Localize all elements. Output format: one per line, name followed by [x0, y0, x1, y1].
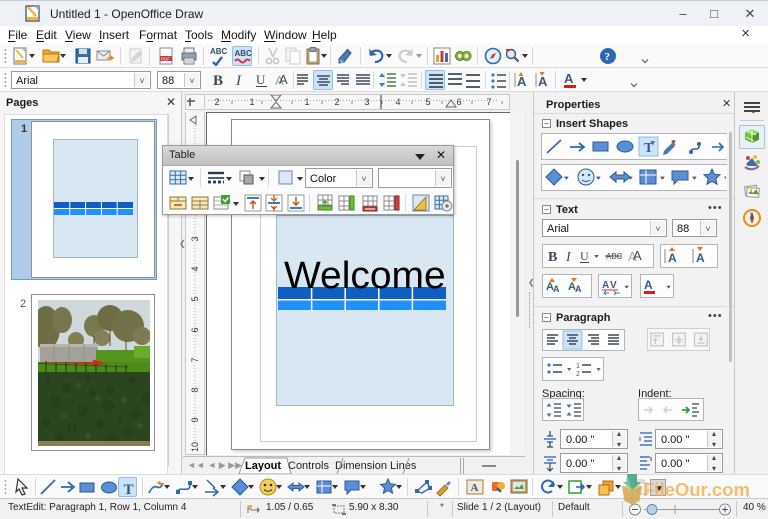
svg-text:9: 9	[190, 417, 200, 422]
svg-text:1: 1	[576, 363, 580, 370]
svg-text:B: B	[548, 250, 557, 265]
svg-text:A: A	[538, 74, 548, 89]
svg-text:8: 8	[190, 387, 200, 392]
svg-text:A: A	[517, 74, 527, 89]
svg-text:I: I	[565, 250, 572, 265]
svg-text:T: T	[124, 482, 134, 498]
svg-text:ABC: ABC	[210, 47, 228, 56]
svg-text:A: A	[553, 284, 560, 294]
svg-text:U: U	[256, 72, 266, 87]
svg-text:7: 7	[190, 357, 200, 362]
svg-text:6: 6	[190, 327, 200, 332]
svg-text:A: A	[564, 71, 574, 86]
svg-text:A: A	[668, 251, 677, 265]
svg-text:FileOur.com: FileOur.com	[643, 479, 750, 500]
svg-text:ABC: ABC	[235, 49, 253, 58]
svg-text:A: A	[602, 280, 609, 291]
svg-text:?: ?	[605, 51, 611, 63]
svg-text:I: I	[235, 73, 242, 89]
svg-text:A: A	[471, 482, 479, 494]
svg-text:B: B	[213, 73, 223, 89]
svg-text:A: A	[696, 251, 705, 265]
svg-text:A: A	[279, 72, 288, 87]
svg-text:PDF: PDF	[161, 57, 170, 62]
svg-text:A: A	[575, 284, 582, 294]
svg-text:U: U	[580, 249, 589, 263]
svg-text:2: 2	[576, 371, 580, 378]
svg-text:V: V	[610, 280, 617, 291]
svg-text:A: A	[633, 248, 642, 263]
svg-text:A: A	[644, 278, 653, 292]
svg-text:N: N	[750, 211, 753, 216]
